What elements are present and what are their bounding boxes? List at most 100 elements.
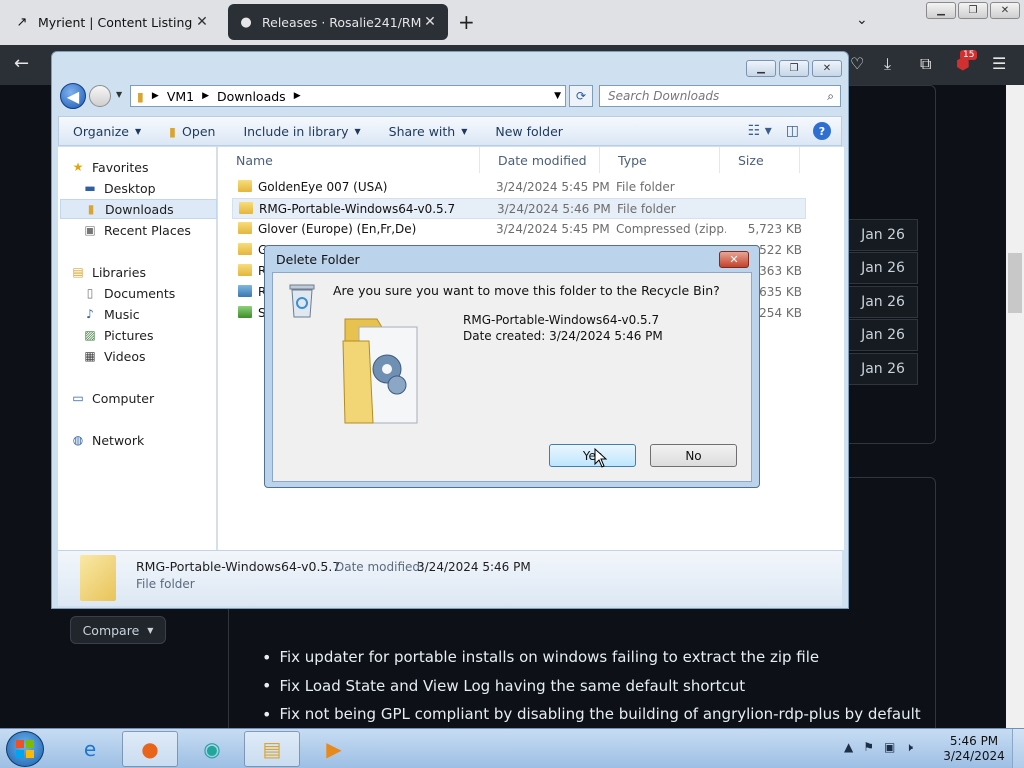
organize-button[interactable]: Organize ▼ <box>59 124 155 139</box>
share-with-button[interactable]: Share with ▼ <box>375 124 482 139</box>
minimize-button[interactable]: ▁ <box>746 60 776 77</box>
zip-folder-icon <box>238 222 252 234</box>
search-input[interactable]: Search Downloads ⌕ <box>599 85 841 107</box>
menu-icon[interactable]: ☰ <box>992 54 1006 73</box>
column-name[interactable]: Name <box>218 147 480 173</box>
action-center-flag-icon[interactable]: ⚑ <box>863 740 874 755</box>
column-type[interactable]: Type <box>600 147 720 173</box>
nav-label: Pictures <box>104 327 154 343</box>
change-view-icon[interactable]: ☷ ▾ <box>748 123 772 139</box>
show-hidden-icons-icon[interactable]: ▲ <box>844 740 853 755</box>
tab-list-chevron-icon[interactable]: ⌄ <box>856 12 868 28</box>
address-dropdown-icon[interactable]: ▼ <box>554 91 561 101</box>
close-tab-icon[interactable]: ✕ <box>194 14 210 30</box>
start-button[interactable] <box>6 731 44 767</box>
nav-label: Network <box>92 432 145 448</box>
nav-libraries[interactable]: ▤ Libraries <box>70 262 227 282</box>
file-row[interactable]: GoldenEye 007 (USA) 3/24/2024 5:45 PM Fi… <box>232 177 806 198</box>
clock[interactable]: 5:46 PM 3/24/2024 <box>938 734 1010 764</box>
libraries-icon: ▤ <box>72 265 84 279</box>
release-note: Fix Load State and View Log having the s… <box>262 672 921 701</box>
nav-pictures[interactable]: ▨ Pictures <box>82 325 239 345</box>
windows-logo-icon <box>16 740 34 758</box>
close-tab-icon[interactable]: ✕ <box>422 14 438 30</box>
folder-icon <box>238 180 252 192</box>
nav-desktop[interactable]: ▬ Desktop <box>82 178 239 198</box>
close-button[interactable]: ✕ <box>812 60 842 77</box>
back-button[interactable]: ◀ <box>60 83 86 109</box>
minimize-button[interactable]: ▁ <box>926 2 956 19</box>
release-note: Fix updater for portable installs on win… <box>262 643 921 672</box>
folder-icon: ▮ <box>137 88 144 104</box>
nav-music[interactable]: ♪ Music <box>82 304 239 324</box>
include-in-library-button[interactable]: Include in library ▼ <box>229 124 374 139</box>
breadcrumb-downloads[interactable]: Downloads <box>217 89 286 104</box>
release-date: Jan 26 <box>848 252 918 284</box>
recent-places-icon: ▣ <box>84 223 96 237</box>
nav-computer[interactable]: ▭ Computer <box>70 388 227 408</box>
file-name: RMG-Portable-Windows64-v0.5.7 <box>259 202 456 216</box>
maximize-button[interactable]: ❐ <box>958 2 988 19</box>
app-icon[interactable]: ◉ <box>184 731 240 767</box>
caret-down-icon: ▼ <box>354 126 361 136</box>
dialog-body: Are you sure you want to move this folde… <box>272 272 752 482</box>
nav-network[interactable]: ◍ Network <box>70 430 227 450</box>
network-tray-icon[interactable]: ▣ <box>884 740 895 755</box>
zip-folder-icon <box>238 264 252 276</box>
new-folder-button[interactable]: New folder <box>481 124 577 139</box>
forward-button[interactable] <box>89 85 111 107</box>
chevron-right-icon: ▶ <box>293 91 301 101</box>
extensions-icon[interactable]: ⧉ <box>920 54 931 74</box>
column-label: Name <box>236 152 273 168</box>
column-date-modified[interactable]: Date modified <box>480 147 600 173</box>
firefox-icon[interactable]: ● <box>122 731 178 767</box>
browser-window-controls: ▁ ❐ ✕ <box>926 2 1020 19</box>
column-size[interactable]: Size <box>720 147 800 173</box>
videos-icon: ▦ <box>84 349 96 363</box>
address-bar[interactable]: ▮ ▶ VM1 ▶ Downloads ▶ ▼ <box>130 85 566 107</box>
new-tab-button[interactable]: + <box>458 10 475 34</box>
no-button[interactable]: No <box>650 444 737 467</box>
close-button[interactable]: ✕ <box>990 2 1020 19</box>
scroll-thumb[interactable] <box>1008 253 1022 313</box>
dialog-question: Are you sure you want to move this folde… <box>333 283 720 298</box>
details-pane: RMG-Portable-Windows64-v0.5.7 Date modif… <box>58 550 842 606</box>
help-icon[interactable]: ? <box>813 122 831 140</box>
nav-label: Favorites <box>92 159 149 175</box>
preview-pane-icon[interactable]: ◫ <box>786 123 799 139</box>
taskbar: e ● ◉ ▤ ▶ ▲ ⚑ ▣ 🕨 5:46 PM 3/24/2024 <box>0 728 1024 768</box>
nav-downloads[interactable]: ▮ Downloads <box>60 199 217 219</box>
file-row[interactable]: Glover (Europe) (En,Fr,De) 3/24/2024 5:4… <box>232 219 806 240</box>
breadcrumb-vm1[interactable]: VM1 <box>167 89 194 104</box>
pocket-icon[interactable]: ♡ <box>850 54 864 73</box>
music-icon: ♪ <box>86 307 94 321</box>
maximize-button[interactable]: ❐ <box>779 60 809 77</box>
volume-muted-icon[interactable]: 🕨 <box>905 740 913 755</box>
release-date: Jan 26 <box>848 353 918 385</box>
details-date-label: Date modified: <box>335 560 425 574</box>
explorer-taskbar-icon[interactable]: ▤ <box>244 731 300 767</box>
yes-button[interactable]: Yes <box>549 444 636 467</box>
page-scrollbar[interactable] <box>1006 85 1024 728</box>
nav-recent-places[interactable]: ▣ Recent Places <box>82 220 239 240</box>
nav-favorites[interactable]: ★ Favorites <box>70 157 227 177</box>
tab-myrient[interactable]: ↗ Myrient | Content Listing ✕ <box>4 4 220 40</box>
dialog-close-button[interactable]: ✕ <box>719 251 749 268</box>
nav-label: Downloads <box>105 201 174 217</box>
download-icon[interactable]: ⤓ <box>884 54 891 74</box>
tab-github-releases[interactable]: ● Releases · Rosalie241/RMG · Git ✕ <box>228 4 448 40</box>
command-bar: Organize ▼ ▮ Open Include in library ▼ Shar… <box>58 116 842 146</box>
media-player-icon[interactable]: ▶ <box>306 731 362 767</box>
internet-explorer-icon[interactable]: e <box>62 731 118 767</box>
network-icon: ◍ <box>72 433 84 447</box>
nav-documents[interactable]: ▯ Documents <box>82 283 239 303</box>
open-button[interactable]: ▮ Open <box>155 124 229 139</box>
system-tray: ▲ ⚑ ▣ 🕨 <box>844 740 913 755</box>
refresh-button[interactable]: ⟳ <box>569 85 593 107</box>
nav-videos[interactable]: ▦ Videos <box>82 346 239 366</box>
file-row-selected[interactable]: RMG-Portable-Windows64-v0.5.7 3/24/2024 … <box>232 198 806 219</box>
compare-button[interactable]: Compare ▼ <box>70 616 166 644</box>
show-desktop-button[interactable] <box>1012 729 1024 768</box>
back-arrow-icon[interactable]: ← <box>14 53 29 74</box>
recent-pages-chevron-icon[interactable]: ▼ <box>116 90 122 99</box>
